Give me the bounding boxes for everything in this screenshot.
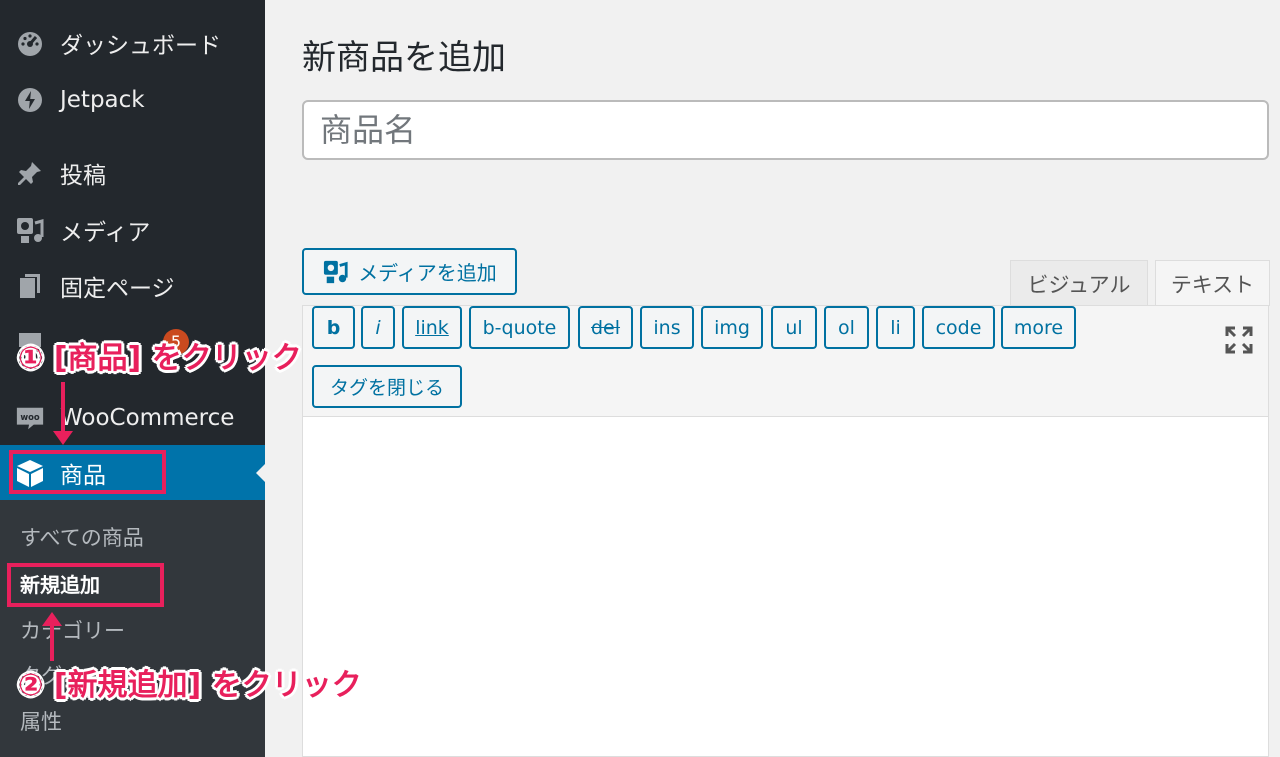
submenu-item-attributes[interactable]: 属性: [20, 706, 62, 736]
quicktag-bold-button[interactable]: b: [312, 306, 355, 349]
arrow-up-head: [42, 612, 62, 626]
quicktag-img-button[interactable]: img: [701, 306, 763, 349]
media-icon: [15, 215, 45, 245]
sidebar-item-posts[interactable]: 投稿: [0, 145, 265, 201]
sidebar-item-media[interactable]: メディア: [0, 202, 265, 258]
submenu-item-categories[interactable]: カテゴリー: [20, 615, 125, 645]
sidebar-item-pages[interactable]: 固定ページ: [0, 258, 265, 314]
sidebar-item-jetpack[interactable]: Jetpack: [0, 72, 265, 128]
product-name-input[interactable]: [302, 100, 1269, 160]
quicktags-toolbar: b i link b-quote del ins img ul ol li co…: [302, 305, 1269, 417]
products-submenu: すべての商品 新規追加 カテゴリー タグ 属性: [0, 500, 265, 757]
highlight-add-new-box: [7, 563, 164, 607]
quicktag-link-button[interactable]: link: [402, 306, 462, 349]
woo-logo-text: woo: [20, 412, 40, 422]
arrow-down-line: [61, 382, 65, 434]
quicktag-code-button[interactable]: code: [922, 306, 995, 349]
media-icon: [322, 259, 350, 285]
fullscreen-icon[interactable]: [1221, 322, 1257, 358]
quicktag-li-button[interactable]: li: [876, 306, 915, 349]
pages-icon: [15, 271, 45, 301]
page-title: 新商品を追加: [302, 38, 506, 78]
sidebar-item-label: ダッシュボード: [60, 33, 221, 59]
arrow-up-line: [50, 625, 54, 661]
callout-step1: ① [商品] をクリック: [18, 341, 302, 376]
highlight-products-box: [9, 450, 166, 494]
dashboard-icon: [15, 28, 45, 58]
add-media-label: メディアを追加: [358, 261, 497, 285]
quicktag-ul-button[interactable]: ul: [771, 306, 817, 349]
quicktag-ins-button[interactable]: ins: [640, 306, 694, 349]
tab-visual[interactable]: ビジュアル: [1010, 260, 1148, 306]
jetpack-icon: [15, 85, 45, 115]
submenu-item-all-products[interactable]: すべての商品: [20, 522, 144, 552]
sidebar-item-dashboard[interactable]: ダッシュボード: [0, 15, 265, 71]
sidebar-item-label: メディア: [60, 220, 151, 246]
content-editor[interactable]: [302, 417, 1269, 757]
sidebar-item-label: Jetpack: [60, 87, 145, 113]
quicktag-bquote-button[interactable]: b-quote: [469, 306, 570, 349]
callout-step2: ② [新規追加] をクリック: [18, 668, 362, 703]
arrow-down-head: [53, 431, 73, 445]
sidebar-item-label: 固定ページ: [60, 276, 175, 302]
sidebar-item-label: WooCommerce: [60, 405, 235, 431]
add-media-button[interactable]: メディアを追加: [302, 248, 517, 295]
tab-text[interactable]: テキスト: [1155, 260, 1270, 306]
woo-icon: woo: [15, 403, 45, 433]
pin-icon: [15, 158, 45, 188]
close-tags-button[interactable]: タグを閉じる: [312, 365, 462, 408]
quicktag-del-button[interactable]: del: [578, 306, 633, 349]
quicktag-ol-button[interactable]: ol: [824, 306, 869, 349]
sidebar-item-label: 投稿: [60, 163, 106, 189]
quicktag-italic-button[interactable]: i: [361, 306, 395, 349]
sidebar-item-woocommerce[interactable]: woo WooCommerce: [0, 390, 265, 446]
quicktag-more-button[interactable]: more: [1001, 306, 1076, 349]
admin-sidebar: ダッシュボード Jetpack 投稿 メディア 固定ページ 5 woo WooC…: [0, 0, 265, 757]
